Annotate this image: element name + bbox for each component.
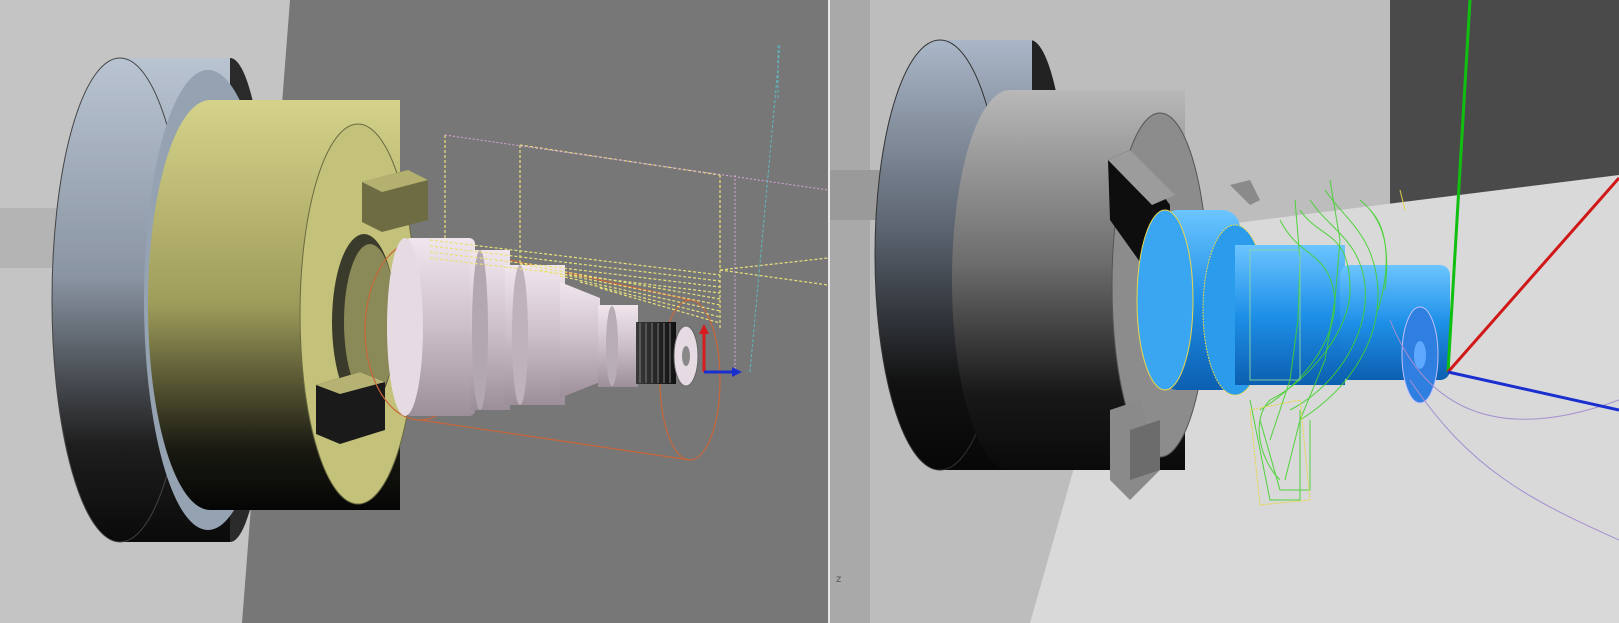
axis-label-z: z — [836, 574, 842, 585]
left-3d-viewport[interactable] — [0, 0, 828, 623]
right-3d-viewport[interactable]: z — [830, 0, 1619, 623]
left-frame — [830, 0, 870, 623]
left-scene — [0, 0, 828, 623]
cad-cam-comparison: z — [0, 0, 1619, 623]
chuck-body — [148, 100, 417, 510]
right-scene — [830, 0, 1619, 623]
